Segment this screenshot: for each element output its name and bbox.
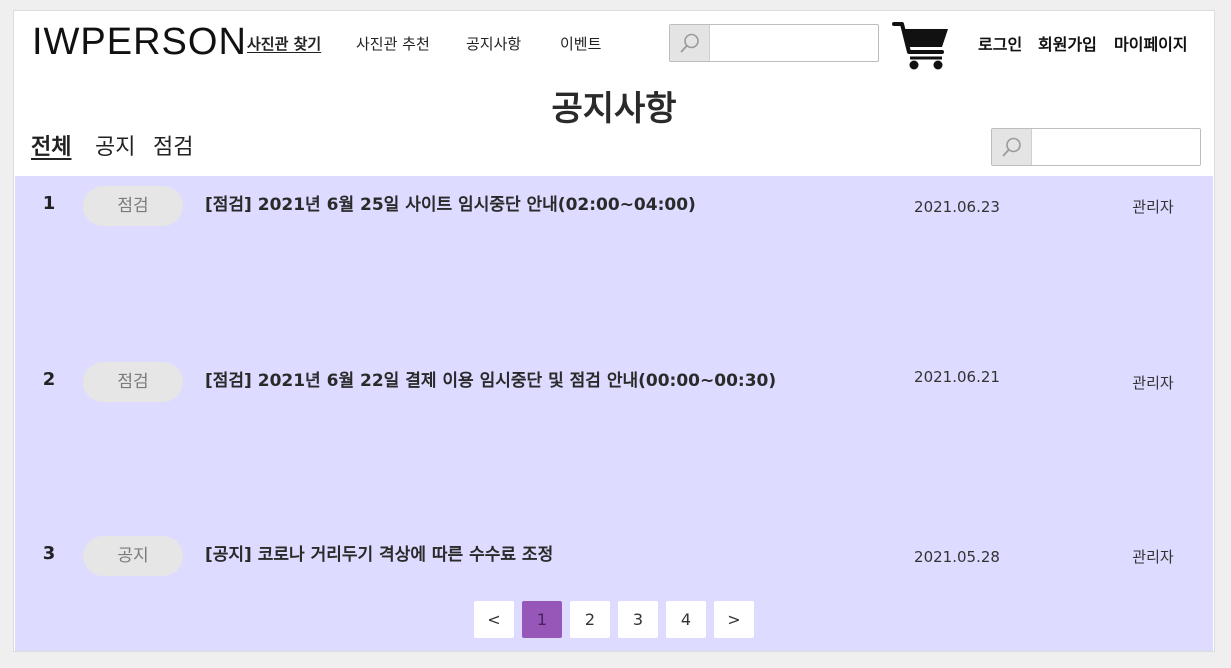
page-frame: IWPERSON 사진관 찾기 사진관 추천 공지사항 이벤트 로그인 회원가입… — [13, 10, 1215, 652]
notice-row[interactable]: 2 점검 [점검] 2021년 6월 22일 결제 이용 임시중단 및 점검 안… — [15, 352, 1213, 402]
prev-page-button[interactable]: < — [474, 601, 514, 638]
nav-event[interactable]: 이벤트 — [560, 34, 601, 54]
category-badge: 공지 — [83, 536, 183, 576]
notice-search — [991, 128, 1201, 166]
mypage-link[interactable]: 마이페이지 — [1114, 34, 1188, 56]
notice-title[interactable]: [점검] 2021년 6월 22일 결제 이용 임시중단 및 점검 안내(00:… — [205, 369, 776, 393]
nav-recommend-studio[interactable]: 사진관 추천 — [356, 34, 430, 54]
notice-title[interactable]: [공지] 코로나 거리두기 격상에 따른 수수료 조정 — [205, 543, 553, 567]
notice-author: 관리자 — [1132, 548, 1174, 566]
nav-find-studio[interactable]: 사진관 찾기 — [247, 34, 321, 54]
login-link[interactable]: 로그인 — [978, 34, 1022, 56]
search-icon[interactable] — [670, 25, 710, 61]
shopping-cart-icon[interactable] — [892, 20, 952, 72]
page-button-3[interactable]: 3 — [618, 601, 658, 638]
filter-tab-maintenance[interactable]: 점검 — [153, 133, 193, 163]
signup-link[interactable]: 회원가입 — [1038, 34, 1097, 56]
notice-row[interactable]: 3 공지 [공지] 코로나 거리두기 격상에 따른 수수료 조정 2021.05… — [15, 526, 1213, 576]
site-logo[interactable]: IWPERSON — [32, 20, 247, 64]
page-button-1[interactable]: 1 — [522, 601, 562, 638]
category-badge: 점검 — [83, 362, 183, 402]
notice-number: 3 — [42, 543, 56, 564]
notice-list: 1 점검 [점검] 2021년 6월 25일 사이트 임시중단 안내(02:00… — [15, 176, 1213, 651]
header-search — [669, 24, 879, 62]
header-search-input[interactable] — [710, 25, 878, 61]
notice-date: 2021.06.23 — [914, 198, 1000, 216]
page-button-2[interactable]: 2 — [570, 601, 610, 638]
notice-author: 관리자 — [1132, 198, 1174, 216]
notice-date: 2021.05.28 — [914, 548, 1000, 566]
next-page-button[interactable]: > — [714, 601, 754, 638]
page-button-4[interactable]: 4 — [666, 601, 706, 638]
notice-row[interactable]: 1 점검 [점검] 2021년 6월 25일 사이트 임시중단 안내(02:00… — [15, 176, 1213, 226]
category-badge: 점검 — [83, 186, 183, 226]
notice-search-input[interactable] — [1032, 129, 1200, 165]
search-icon[interactable] — [992, 129, 1032, 165]
notice-number: 2 — [42, 369, 56, 390]
nav-notice[interactable]: 공지사항 — [466, 34, 521, 54]
notice-date: 2021.06.21 — [914, 368, 1000, 386]
notice-title[interactable]: [점검] 2021년 6월 25일 사이트 임시중단 안내(02:00~04:0… — [205, 193, 696, 217]
filter-tab-notice[interactable]: 공지 — [95, 133, 135, 163]
notice-author: 관리자 — [1132, 374, 1174, 392]
notice-number: 1 — [42, 193, 56, 214]
page-title: 공지사항 — [551, 89, 677, 129]
filter-tab-all[interactable]: 전체 — [31, 133, 71, 163]
